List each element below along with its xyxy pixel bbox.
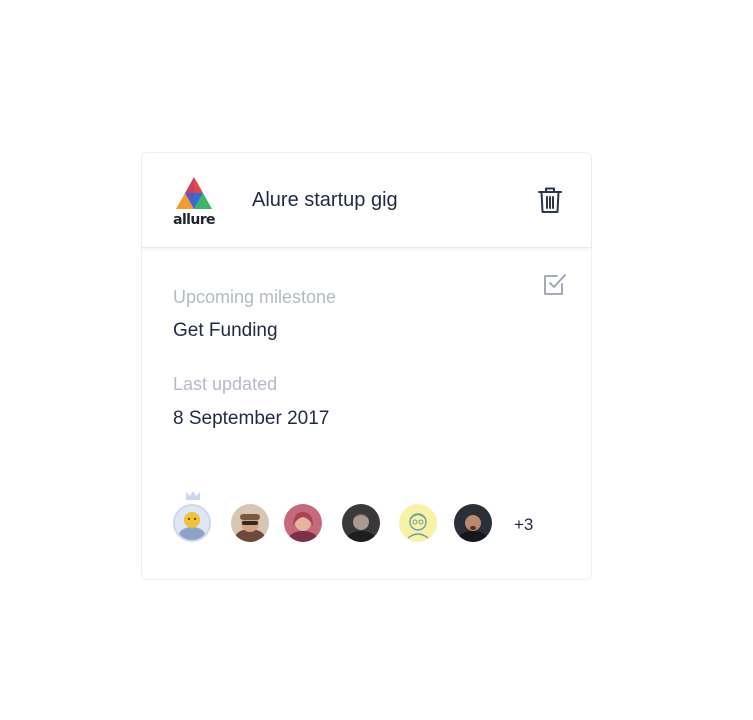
logo-wordmark: allure bbox=[173, 212, 215, 228]
member-avatar[interactable] bbox=[399, 504, 437, 542]
member-avatar[interactable] bbox=[284, 504, 322, 542]
member-avatar-image bbox=[399, 504, 437, 542]
trash-icon bbox=[538, 187, 562, 213]
project-title: Alure startup gig bbox=[252, 189, 398, 211]
owner-avatar-image bbox=[175, 506, 209, 540]
member-avatar-image bbox=[342, 504, 380, 542]
card-header: allure Alure startup gig bbox=[142, 153, 591, 248]
checkbox-checked-icon bbox=[544, 274, 566, 295]
owner-avatar[interactable] bbox=[173, 504, 211, 542]
complete-button[interactable] bbox=[542, 272, 567, 297]
member-avatar[interactable] bbox=[231, 504, 269, 542]
member-avatar-image bbox=[284, 504, 322, 542]
member-avatar[interactable] bbox=[342, 504, 380, 542]
crown-icon bbox=[186, 491, 200, 500]
member-avatar[interactable] bbox=[454, 504, 492, 542]
milestone-value: Get Funding bbox=[173, 320, 278, 341]
project-logo: allure bbox=[170, 175, 218, 229]
more-members-count[interactable]: +3 bbox=[514, 515, 533, 535]
project-card: allure Alure startup gig Upcoming milest… bbox=[141, 152, 592, 580]
last-updated-value: 8 September 2017 bbox=[173, 408, 330, 429]
member-avatar-image bbox=[231, 504, 269, 542]
member-avatar-image bbox=[454, 504, 492, 542]
delete-button[interactable] bbox=[537, 186, 563, 214]
allure-triangle-logo-icon bbox=[176, 177, 212, 209]
last-updated-label: Last updated bbox=[173, 374, 278, 394]
milestone-label: Upcoming milestone bbox=[173, 287, 337, 307]
